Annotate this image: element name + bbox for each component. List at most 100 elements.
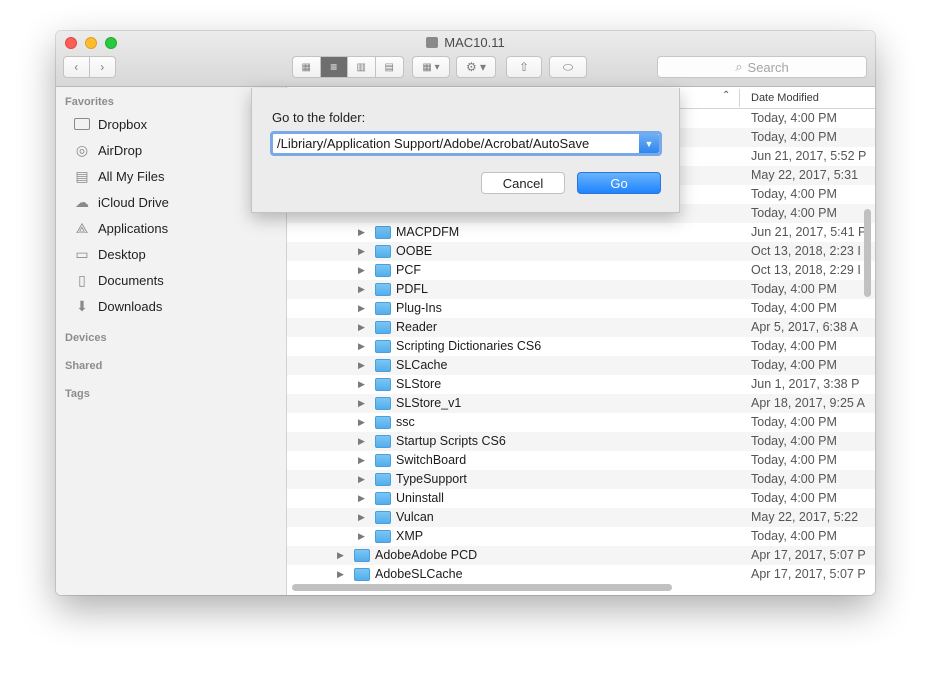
folder-icon xyxy=(375,397,391,410)
cloud-icon: ☁ xyxy=(75,193,89,210)
disclosure-triangle-icon[interactable]: ▶ xyxy=(358,227,365,238)
go-button[interactable]: Go xyxy=(577,172,661,194)
table-row[interactable]: ▶ SwitchBoard Today, 4:00 PM xyxy=(287,451,875,470)
table-row[interactable]: ▶ ssc Today, 4:00 PM xyxy=(287,413,875,432)
sidebar-heading-tags[interactable]: Tags xyxy=(65,388,90,400)
cancel-button[interactable]: Cancel xyxy=(481,172,565,194)
arrange-button[interactable]: ▦ ▾ xyxy=(412,56,450,78)
file-name: ssc xyxy=(396,415,415,429)
file-name: Uninstall xyxy=(396,491,444,505)
disclosure-triangle-icon[interactable]: ▶ xyxy=(358,493,365,504)
horizontal-scrollbar[interactable] xyxy=(292,584,672,591)
disclosure-triangle-icon[interactable]: ▶ xyxy=(337,569,344,580)
search-field[interactable]: ⌕ Search xyxy=(657,56,867,78)
folder-icon xyxy=(375,454,391,467)
desktop-icon: ▭ xyxy=(75,245,89,262)
disclosure-triangle-icon[interactable]: ▶ xyxy=(358,360,365,371)
recent-folders-dropdown[interactable]: ▼ xyxy=(639,134,659,153)
icon-view-button[interactable]: ▦ xyxy=(293,57,321,77)
sidebar-item-label: iCloud Drive xyxy=(98,194,169,210)
disclosure-triangle-icon[interactable]: ▶ xyxy=(358,284,365,295)
share-icon: ⇧ xyxy=(518,60,530,74)
table-row[interactable]: ▶ OOBE Oct 13, 2018, 2:23 I xyxy=(287,242,875,261)
table-row[interactable]: ▶ Vulcan May 22, 2017, 5:22 xyxy=(287,508,875,527)
disclosure-triangle-icon[interactable]: ▶ xyxy=(358,417,365,428)
tags-button[interactable]: ⬭ xyxy=(549,56,587,78)
disclosure-triangle-icon[interactable]: ▶ xyxy=(358,322,365,333)
date-modified: Today, 4:00 PM xyxy=(751,434,837,448)
folder-icon xyxy=(375,435,391,448)
folder-icon xyxy=(375,530,391,543)
disclosure-triangle-icon[interactable]: ▶ xyxy=(358,531,365,542)
file-name: AdobeAdobe PCD xyxy=(375,548,478,562)
table-row[interactable]: ▶ Uninstall Today, 4:00 PM xyxy=(287,489,875,508)
disclosure-triangle-icon[interactable]: ▶ xyxy=(358,398,365,409)
disclosure-triangle-icon[interactable]: ▶ xyxy=(358,379,365,390)
sidebar-heading-devices[interactable]: Devices xyxy=(65,332,107,344)
action-button[interactable]: ⚙ ▾ xyxy=(456,56,496,78)
cover-flow-button[interactable]: ▤ xyxy=(376,57,403,77)
table-row[interactable]: ▶ SLStore Jun 1, 2017, 3:38 P xyxy=(287,375,875,394)
file-name: PCF xyxy=(396,263,421,277)
sidebar-item-label: Dropbox xyxy=(98,116,148,132)
list-icon: ≡ xyxy=(330,60,338,74)
table-row[interactable]: ▶ TypeSupport Today, 4:00 PM xyxy=(287,470,875,489)
table-row[interactable]: ▶ Reader Apr 5, 2017, 6:38 A xyxy=(287,318,875,337)
forward-button[interactable]: › xyxy=(90,57,115,77)
sidebar-item-all-my-files[interactable]: ▤ All My Files xyxy=(73,165,164,187)
date-modified: Jun 21, 2017, 5:52 P xyxy=(751,149,867,163)
disclosure-triangle-icon[interactable]: ▶ xyxy=(358,436,365,447)
table-row[interactable]: ▶ SLCache Today, 4:00 PM xyxy=(287,356,875,375)
column-view-button[interactable]: ▥ xyxy=(348,57,376,77)
date-modified: Today, 4:00 PM xyxy=(751,472,837,486)
share-button[interactable]: ⇧ xyxy=(506,56,542,78)
table-row[interactable]: ▶ Plug-Ins Today, 4:00 PM xyxy=(287,299,875,318)
file-name: XMP xyxy=(396,529,424,543)
date-modified: Today, 4:00 PM xyxy=(751,415,837,429)
column-divider[interactable] xyxy=(739,89,740,107)
sidebar-item-dropbox[interactable]: Dropbox xyxy=(73,113,147,135)
table-row[interactable]: ▶ AdobeAdobe PCD Apr 17, 2017, 5:07 P xyxy=(287,546,875,565)
table-row[interactable]: ▶ Scripting Dictionaries CS6 Today, 4:00 P… xyxy=(287,337,875,356)
disclosure-triangle-icon[interactable]: ▶ xyxy=(358,455,365,466)
sidebar-heading-shared[interactable]: Shared xyxy=(65,360,102,372)
airdrop-icon: ◎ xyxy=(75,141,89,158)
sidebar-item-applications[interactable]: ⟁ Applications xyxy=(73,217,168,239)
table-row[interactable]: ▶ PDFL Today, 4:00 PM xyxy=(287,280,875,299)
sidebar-item-desktop[interactable]: ▭ Desktop xyxy=(73,243,146,265)
date-modified-header[interactable]: Date Modified xyxy=(751,92,819,104)
folder-icon xyxy=(375,264,391,277)
disclosure-triangle-icon[interactable]: ▶ xyxy=(358,341,365,352)
folder-icon xyxy=(375,473,391,486)
table-row[interactable]: ▶ XMP Today, 4:00 PM xyxy=(287,527,875,546)
folder-path-input[interactable] xyxy=(273,134,639,153)
vertical-scrollbar[interactable] xyxy=(864,209,871,297)
table-row[interactable]: ▶ PCF Oct 13, 2018, 2:29 I xyxy=(287,261,875,280)
disclosure-triangle-icon[interactable]: ▶ xyxy=(358,246,365,257)
disclosure-triangle-icon[interactable]: ▶ xyxy=(358,265,365,276)
arrange-icon: ▦ ▾ xyxy=(422,61,440,73)
table-row[interactable]: ▶ Startup Scripts CS6 Today, 4:00 PM xyxy=(287,432,875,451)
back-button[interactable]: ‹ xyxy=(64,57,90,77)
sidebar-item-label: Desktop xyxy=(98,246,146,262)
file-name: TypeSupport xyxy=(396,472,467,486)
disclosure-triangle-icon[interactable]: ▶ xyxy=(358,512,365,523)
table-row[interactable]: ▶ AdobeSLCache Apr 17, 2017, 5:07 P xyxy=(287,565,875,584)
list-view-button[interactable]: ≡ xyxy=(320,57,348,77)
sidebar-item-icloud-drive[interactable]: ☁ iCloud Drive xyxy=(73,191,169,213)
search-placeholder: Search xyxy=(747,59,789,75)
sidebar-item-label: All My Files xyxy=(98,168,165,184)
downloads-icon: ⬇ xyxy=(76,297,88,314)
sort-arrow-icon[interactable]: ⌃ xyxy=(722,90,730,101)
disclosure-triangle-icon[interactable]: ▶ xyxy=(358,474,365,485)
go-to-folder-dialog: Go to the folder: ▼ Cancel Go xyxy=(251,88,680,213)
sidebar-item-label: Applications xyxy=(98,220,169,236)
disclosure-triangle-icon[interactable]: ▶ xyxy=(337,550,344,561)
sidebar-item-downloads[interactable]: ⬇ Downloads xyxy=(73,295,162,317)
file-name: Vulcan xyxy=(396,510,434,524)
sidebar-item-airdrop[interactable]: ◎ AirDrop xyxy=(73,139,142,161)
disclosure-triangle-icon[interactable]: ▶ xyxy=(358,303,365,314)
table-row[interactable]: ▶ MACPDFM Jun 21, 2017, 5:41 P xyxy=(287,223,875,242)
sidebar-item-documents[interactable]: ▯ Documents xyxy=(73,269,164,291)
table-row[interactable]: ▶ SLStore_v1 Apr 18, 2017, 9:25 A xyxy=(287,394,875,413)
